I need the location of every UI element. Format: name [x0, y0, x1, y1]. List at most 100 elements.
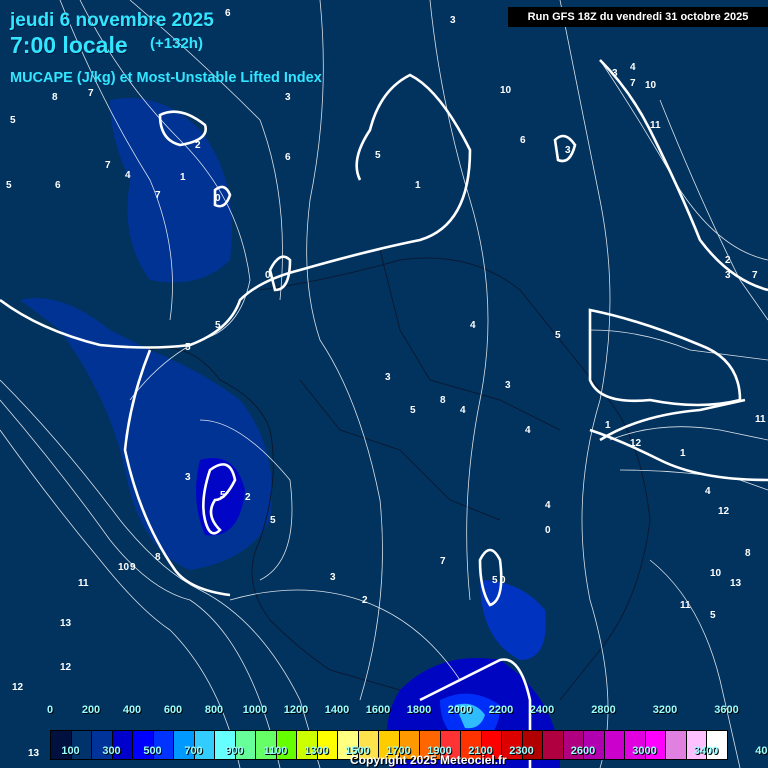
colorbar-bottom-label: 2600 — [570, 745, 596, 757]
colorbar-bottom-label: 2300 — [509, 745, 534, 757]
contour-label: 3 — [450, 15, 456, 26]
contour-label: 0 — [500, 575, 506, 586]
contour-label: 1 — [605, 420, 611, 431]
contour-label: 2 — [725, 255, 731, 266]
contour-label: 8 — [440, 395, 446, 406]
colorbar-bottom-label: 1100 — [263, 745, 288, 757]
contour-label: 3 — [385, 372, 391, 383]
contour-label: 13 — [60, 618, 72, 629]
contour-label: 5 — [410, 405, 416, 416]
colorbar-bottom-label: 3000 — [632, 745, 657, 757]
map-graphics — [0, 0, 768, 768]
colorbar-top-label: 800 — [204, 704, 224, 716]
colorbar-swatch — [604, 731, 625, 759]
colorbar-swatch — [543, 731, 564, 759]
contour-label: 4 — [545, 500, 551, 511]
contour-label: 5 — [185, 342, 191, 353]
colorbar-top-label: 3200 — [652, 704, 678, 716]
contour-label: 10 — [118, 562, 130, 573]
contour-label: 1 — [415, 180, 421, 191]
contour-label: 3 — [505, 380, 511, 391]
colorbar-top-label: 2800 — [591, 704, 616, 716]
cape-shading — [20, 98, 560, 768]
contour-label: 6 — [55, 180, 61, 191]
run-info: Run GFS 18Z du vendredi 31 octobre 2025 — [508, 7, 768, 27]
colorbar-bottom-label: 100 — [61, 745, 80, 757]
contour-label: 7 — [88, 88, 94, 99]
contour-label: 11 — [680, 600, 691, 611]
colorbar-top-label: 1600 — [365, 704, 391, 716]
contour-label: 8 — [52, 92, 58, 103]
contour-label: 4 — [125, 170, 131, 181]
contour-label: 10 — [645, 80, 657, 91]
contour-label: 0 — [265, 270, 271, 281]
forecast-date: jeudi 6 novembre 2025 — [10, 10, 214, 31]
contour-label: 12 — [630, 438, 642, 449]
contour-label: 7 — [752, 270, 758, 281]
copyright: Copyright 2025 Meteociel.fr — [350, 753, 507, 767]
forecast-lead: (+132h) — [150, 35, 203, 52]
colorbar-bottom-label: 300 — [102, 745, 121, 757]
colorbar-top-label: 3600 — [714, 704, 739, 716]
contour-label: 4 — [460, 405, 466, 416]
contour-label: 5 — [270, 515, 276, 526]
colorbar-bottom-label: 3400 — [693, 745, 719, 757]
colorbar-top-label: 2400 — [529, 704, 555, 716]
cape-area-se — [480, 580, 546, 660]
contour-label: 0 — [215, 193, 221, 204]
contour-label: 13 — [730, 578, 742, 589]
contour-label: 6 — [520, 135, 526, 146]
contour-label: 7 — [630, 78, 636, 89]
colorbar-top-label: 2000 — [447, 704, 473, 716]
contour-label: 4 — [525, 425, 531, 436]
contour-label: 2 — [362, 595, 368, 606]
colorbar-top-label: 600 — [163, 704, 183, 716]
contour-label: 5 — [710, 610, 716, 621]
contour-label: 7 — [440, 556, 446, 567]
contour-label: 10 — [710, 568, 722, 579]
contour-label: 7 — [155, 190, 161, 201]
contour-label: 3 — [725, 270, 731, 281]
cape-area-west — [20, 298, 272, 570]
contour-label: 3 — [330, 572, 336, 583]
colorbar-top-label: 1800 — [406, 704, 432, 716]
colorbar-bottom-label: 500 — [143, 745, 162, 757]
contour-label: 8 — [745, 548, 751, 559]
colorbar-top-label: 1000 — [242, 704, 268, 716]
contour-label: 1 — [680, 448, 686, 459]
contour-label: 12 — [718, 506, 730, 517]
colorbar-swatch — [666, 731, 687, 759]
contour-label: 2 — [245, 492, 251, 503]
contour-label: 7 — [105, 160, 111, 171]
contour-label: 12 — [12, 682, 24, 693]
contour-label: 3 — [285, 92, 291, 103]
contour-label: 11 — [650, 120, 661, 131]
contour-label: 5 — [10, 115, 16, 126]
contour-label: 5 — [492, 575, 498, 586]
colorbar-top-label: 1200 — [283, 704, 309, 716]
colorbar-bottom-label: 900 — [225, 745, 244, 757]
colorbar-bottom-label: 4000 — [755, 745, 768, 757]
contour-label: 11 — [78, 578, 89, 589]
contour-label: 5 — [220, 490, 226, 501]
contour-label: 13 — [28, 748, 40, 759]
colorbar-bottom-label: 700 — [184, 745, 203, 757]
contour-label: 11 — [755, 414, 766, 425]
contour-label: 1 — [180, 172, 186, 183]
contour-label: 5 — [375, 150, 381, 161]
contour-label: 5 — [6, 180, 12, 191]
parameter-title: MUCAPE (J/kg) et Most-Unstable Lifted In… — [10, 70, 322, 86]
weather-map: jeudi 6 novembre 2025 7:00 locale (+132h… — [0, 0, 768, 768]
contour-label: 9 — [130, 562, 136, 573]
colorbar-top-label: 0 — [46, 704, 54, 716]
contour-label: 5 — [555, 330, 561, 341]
colorbar-top-label: 400 — [122, 704, 142, 716]
colorbar-top-label: 1400 — [324, 704, 350, 716]
contour-label: 4 — [705, 486, 711, 497]
contour-label: 3 — [565, 145, 571, 156]
colorbar-top-label: 2200 — [488, 704, 514, 716]
contour-label: 3 — [612, 68, 618, 79]
contour-label: 4 — [630, 62, 636, 73]
contour-label: 4 — [470, 320, 476, 331]
contour-label: 0 — [545, 525, 551, 536]
